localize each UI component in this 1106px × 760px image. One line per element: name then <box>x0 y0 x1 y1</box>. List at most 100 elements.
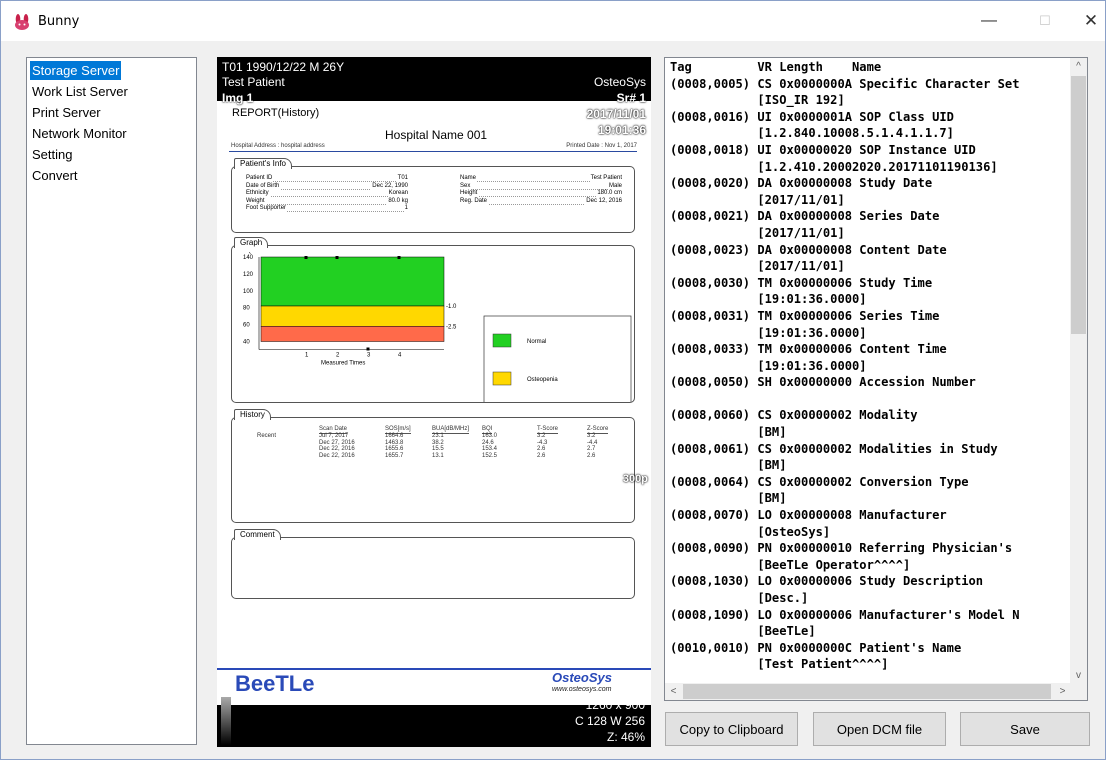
patient-info-row: Weight 80.0 kg <box>246 197 408 205</box>
legend-box <box>483 315 632 402</box>
tag-line <box>670 391 1020 408</box>
y-tick-label: 120 <box>243 272 254 278</box>
bqi-graph: BQI T-Score 140 120 100 80 60 40 -1.0 -2.5 1 2 3 4 Mea… <box>243 252 632 402</box>
tag-line: (0008,0070) LO 0x00000008 Manufacturer <box>670 508 947 523</box>
horizontal-scroll-thumb[interactable] <box>683 684 1051 699</box>
patient-info-value: Male <box>607 182 622 190</box>
menu-item-network-monitor[interactable]: Network Monitor <box>30 124 129 143</box>
legend-label: Normal <box>527 339 546 345</box>
history-cell: Dec 22, 2016 <box>319 452 355 459</box>
tag-line: (0008,0064) CS 0x00000002 Conversion Typ… <box>670 474 969 489</box>
dicom-image-preview[interactable]: T01 1990/12/22 M 26Y Test Patient OsteoS… <box>217 57 651 747</box>
grayscale-bar <box>221 697 231 745</box>
scroll-left-arrow[interactable]: < <box>665 683 682 700</box>
history-cell: 2.6 <box>537 452 546 459</box>
tag-line: [BM] <box>670 425 787 440</box>
tag-line: (0008,0030) TM 0x00000006 Study Time <box>670 275 933 290</box>
image-number: Img 1 <box>222 91 254 105</box>
header-divider <box>229 151 637 152</box>
tag-line: (0008,0050) SH 0x00000000 Accession Numb… <box>670 375 976 390</box>
osteoporosis-zone <box>260 326 445 342</box>
data-point <box>304 256 308 259</box>
scroll-down-arrow[interactable]: v <box>1070 667 1087 684</box>
t-score-label: -2.5 <box>446 324 457 330</box>
menu-item-storage-server[interactable]: Storage Server <box>30 61 122 80</box>
server-menu-list: Storage Server Work List Server Print Se… <box>26 57 197 745</box>
tag-line: [19:01:36.0000] <box>670 292 867 307</box>
save-button[interactable]: Save <box>960 712 1090 746</box>
x-tick-label: 3 <box>367 353 371 359</box>
patient-info-value: 180.0 cm <box>596 190 622 197</box>
maximize-button[interactable]: ☐ <box>1022 1 1068 41</box>
report-time: 19:01:36 <box>597 123 646 137</box>
window-level-overlay: C 128 W 256 <box>574 714 645 728</box>
report-date: 2017/11/01 <box>586 107 646 121</box>
menu-item-setting[interactable]: Setting <box>30 145 74 164</box>
patient-info-tab: Patient's Info <box>234 158 292 169</box>
tag-line: [BeeTLe] <box>670 624 816 639</box>
resolution-overlay: 1260 x 900 <box>585 698 645 712</box>
patient-info-row: Height 180.0 cm <box>460 190 622 197</box>
dicom-tag-list[interactable]: Tag VR Length Name (0008,0005) CS 0x00000… <box>664 57 1088 701</box>
menu-item-work-list-server[interactable]: Work List Server <box>30 82 130 101</box>
minimize-button[interactable]: — <box>966 1 1012 41</box>
tag-line: (0008,0018) UI 0x00000020 SOP Instance U… <box>670 142 976 157</box>
y2-axis-label: T-Score <box>434 252 456 254</box>
normal-zone <box>260 256 445 307</box>
data-point <box>366 347 370 351</box>
legend-swatch <box>492 371 512 386</box>
scroll-up-arrow[interactable]: ^ <box>1070 58 1087 75</box>
vertical-scroll-thumb[interactable] <box>1071 76 1086 334</box>
patient-info-value: Dec 22, 1990 <box>371 182 408 190</box>
tag-lines: Tag VR Length Name (0008,0005) CS 0x00000… <box>670 59 1020 673</box>
app-window: Bunny — ☐ ✕ Storage Server Work List Ser… <box>0 0 1106 760</box>
patient-info-label: Patient ID <box>246 175 274 182</box>
x-tick-label: 2 <box>336 353 340 359</box>
x-tick-label: 1 <box>305 353 309 359</box>
tag-line: (0008,0031) TM 0x00000006 Series Time <box>670 308 940 323</box>
tag-line: (0008,0021) DA 0x00000008 Series Date <box>670 209 940 224</box>
tag-line: (0008,0090) PN 0x00000010 Referring Phys… <box>670 541 1013 556</box>
close-button[interactable]: ✕ <box>1068 1 1106 41</box>
patient-info-label: Foot Supporter <box>246 205 288 212</box>
vertical-scrollbar[interactable]: ^ v <box>1070 58 1087 684</box>
tag-line: [BM] <box>670 491 787 506</box>
patient-line: T01 1990/12/22 M 26Y <box>222 60 345 74</box>
tag-line: [2017/11/01] <box>670 225 845 240</box>
tag-line: (0008,0005) CS 0x0000000A Specific Chara… <box>670 76 1020 91</box>
data-point <box>397 256 401 259</box>
patient-info-row: Name Test Patient <box>460 175 622 182</box>
legend-label: Osteopenia <box>527 377 558 383</box>
zoom-mark: 300p <box>622 473 648 485</box>
horizontal-scrollbar[interactable]: < > <box>665 683 1071 700</box>
title-bar: Bunny — ☐ ✕ <box>1 1 1105 41</box>
patient-info-value: Dec 12, 2016 <box>585 197 622 205</box>
copy-to-clipboard-button[interactable]: Copy to Clipboard <box>665 712 798 746</box>
tag-line: (0008,0061) CS 0x00000002 Modalities in … <box>670 441 998 456</box>
tag-line: [2017/11/01] <box>670 259 845 274</box>
bunny-icon <box>15 14 29 30</box>
y-tick-label: 60 <box>243 323 250 329</box>
history-tab: History <box>234 409 271 420</box>
legend-swatch <box>492 333 512 348</box>
hospital-address: Hospital Address : hospital address <box>231 143 325 149</box>
history-cell: 152.5 <box>482 452 498 459</box>
tag-line: (0008,1090) LO 0x00000006 Manufacturer's… <box>670 607 1020 622</box>
patient-info-label: Name <box>460 175 478 182</box>
patient-info-row: Sex Male <box>460 182 622 190</box>
product-logo: BeeTLe <box>235 671 315 696</box>
tag-line: (0008,0023) DA 0x00000008 Content Date <box>670 242 947 257</box>
open-dcm-file-button[interactable]: Open DCM file <box>813 712 946 746</box>
data-point <box>335 256 339 259</box>
patient-info-row: Patient ID T01 <box>246 175 408 182</box>
scroll-right-arrow[interactable]: > <box>1054 683 1071 700</box>
graph-tab: Graph <box>234 237 269 248</box>
menu-item-print-server[interactable]: Print Server <box>30 103 103 122</box>
patient-info-row: Reg. Date Dec 12, 2016 <box>460 197 622 205</box>
tag-line: (0008,0060) CS 0x00000002 Modality <box>670 408 918 423</box>
y-tick-label: 140 <box>243 255 254 261</box>
tag-line: (0008,0033) TM 0x00000006 Content Time <box>670 342 947 357</box>
menu-item-convert[interactable]: Convert <box>30 166 80 185</box>
x-axis-label: Measured Times <box>321 361 365 367</box>
patient-info-value: Test Patient <box>589 175 622 182</box>
